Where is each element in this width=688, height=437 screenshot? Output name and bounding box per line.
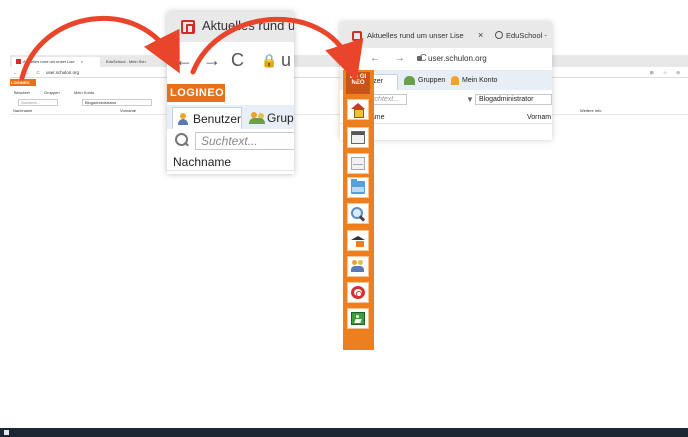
z2-tab-account[interactable]: Mein Konto [450,74,497,90]
z2-account-icon [451,76,459,85]
z2-group-select[interactable]: Blogadministrator [475,94,552,105]
z2-tab-groups[interactable]: Gruppen [402,74,445,90]
sidebar-item-search[interactable] [347,203,369,224]
sidebar-item-help[interactable] [347,282,369,303]
z2-tab2-title[interactable]: EduSchool - [506,31,547,40]
learning-icon [351,234,365,247]
sidebar-item-logout[interactable] [347,308,369,329]
z1-app-tabs: Benutzer Grupp [167,105,294,129]
windows-taskbar [0,428,688,437]
z2-globe-icon [495,31,503,39]
sidebar-item-learning[interactable] [347,230,369,251]
z1-col-lastname[interactable]: Nachname [167,153,294,171]
bg-tab-groups[interactable]: Gruppen [44,88,60,98]
bg-col-firstname[interactable]: Vorname [120,107,136,115]
windows-start-icon[interactable] [4,430,9,435]
sidebar-logo[interactable]: LO GI NEO [346,72,370,94]
z1-address-bar: ← → C 🔒 u [167,42,294,82]
home-icon [351,103,365,118]
z1-tab-title: Aktuelles rund um u [202,18,294,33]
sidebar-item-window[interactable] [347,127,369,148]
tutorial-canvas: Aktuelles rund um unser Lise × EduSchool … [0,0,688,437]
z1-reload-icon[interactable]: C [231,50,244,71]
z1-search-input[interactable]: Suchtext... [195,132,294,150]
z1-url-field[interactable]: u [281,50,291,71]
exit-icon [351,312,365,325]
bg-col-lastname[interactable]: Nachname [13,107,32,115]
bg-col-info[interactable]: Weitere Info [580,107,602,115]
z1-logineo-favicon-icon [181,20,195,34]
z2-col-firstname[interactable]: Vornam [527,112,551,124]
z1-tab-users[interactable]: Benutzer [172,107,242,129]
z1-tab-groups[interactable]: Grupp [247,107,294,129]
logineo-sidebar: LO GI NEO [343,70,374,350]
z1-search-icon [175,133,189,147]
bg-url-field[interactable]: user.schulon.org [46,67,79,78]
z2-tab-account-label: Mein Konto [462,77,498,84]
z1-tab-users-label: Benutzer [193,112,242,126]
mail-icon [351,157,365,170]
z2-tab-groups-label: Gruppen [418,77,446,84]
sidebar-item-mail[interactable] [347,153,369,174]
bg-tab-title: Aktuelles rund um unser Lise [23,59,75,64]
z1-lock-icon: 🔒 [261,53,278,68]
sidebar-item-home[interactable] [347,99,369,120]
bg-nav-buttons[interactable]: ← → C [13,67,43,78]
sidebar-item-files[interactable] [347,177,369,198]
z2-address-bar: ← → C user.schulon.org [340,48,552,70]
z2-nav-buttons[interactable]: ← → C [370,53,433,64]
z1-tab-groups-label: Grupp [267,111,294,125]
bg-search-input[interactable]: Suchtext... [18,99,58,106]
folder-icon [351,179,365,194]
z1-browser-tab[interactable]: Aktuelles rund um u [167,12,294,42]
zoom-panel-logo-area: Aktuelles rund um u ← → C 🔒 u LOGINEO Be… [167,12,294,174]
z2-filter-icon: ▼ [466,95,474,104]
z1-back-icon[interactable]: ← [175,50,193,71]
z2-lock-icon [417,56,422,61]
bg-group-select[interactable]: Blogadministrator [82,99,152,106]
z2-tab-close-icon[interactable]: × [478,30,483,40]
z1-search-row: Suchtext... [175,132,294,150]
z1-group-icon [249,112,265,124]
z1-user-icon [177,113,189,125]
bg-tab-account[interactable]: Mein Konto [74,88,94,98]
bg-logineo-logo: LOGINEO [10,79,36,86]
z2-tab-strip: Aktuelles rund um unser Lise × EduSchool… [340,22,552,48]
z1-logineo-logo[interactable]: LOGINEO [167,84,225,102]
bg-tab-users[interactable]: Benutzer [14,88,30,98]
search-icon [351,207,365,220]
z1-forward-icon[interactable]: → [203,50,221,71]
z2-url-field[interactable]: user.schulon.org [428,54,487,63]
help-icon [351,286,365,299]
users-icon [351,260,365,273]
z2-logineo-favicon-icon [352,31,362,41]
window-icon [351,131,365,144]
z2-group-icon [404,76,415,85]
bg-tab-active[interactable]: Aktuelles rund um unser Lise × [12,57,100,67]
bg-toolbar-icons[interactable]: ⊞ ☆ ⊖ [650,67,684,78]
z2-tab-title[interactable]: Aktuelles rund um unser Lise [367,31,464,40]
bg-logineo-favicon-icon [16,59,21,65]
sidebar-item-users[interactable] [347,256,369,277]
bg-tab-eduschool[interactable]: EduSchool - Mein Sch [102,57,172,67]
bg-tab-close-icon[interactable]: × [81,59,83,64]
bg-tab2-title: EduSchool - Mein Sch [106,59,146,64]
